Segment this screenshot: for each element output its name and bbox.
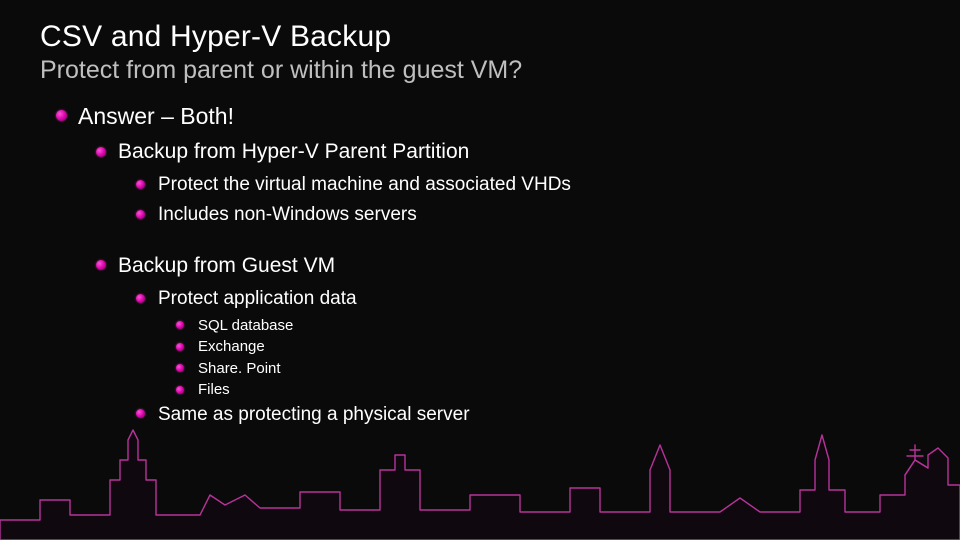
bullet-guest-vm: Backup from Guest VM xyxy=(90,252,920,280)
bullet-non-windows: Includes non-Windows servers xyxy=(130,202,920,228)
spacer xyxy=(40,232,920,252)
bullet-answer: Answer – Both! xyxy=(50,101,920,132)
bullet-protect-vm: Protect the virtual machine and associat… xyxy=(130,172,920,198)
slide-title: CSV and Hyper-V Backup xyxy=(40,20,920,54)
slide-subtitle: Protect from parent or within the guest … xyxy=(40,56,920,85)
bullet-protect-app-data: Protect application data xyxy=(130,286,920,312)
bullet-same-physical: Same as protecting a physical server xyxy=(130,402,920,428)
bullet-files: Files xyxy=(170,380,920,400)
slide: CSV and Hyper-V Backup Protect from pare… xyxy=(0,0,960,540)
bullet-list: Answer – Both! Backup from Hyper-V Paren… xyxy=(40,101,920,427)
bullet-sharepoint: Share. Point xyxy=(170,359,920,379)
bullet-parent-partition: Backup from Hyper-V Parent Partition xyxy=(90,138,920,166)
bullet-exchange: Exchange xyxy=(170,337,920,357)
bullet-sql: SQL database xyxy=(170,316,920,336)
